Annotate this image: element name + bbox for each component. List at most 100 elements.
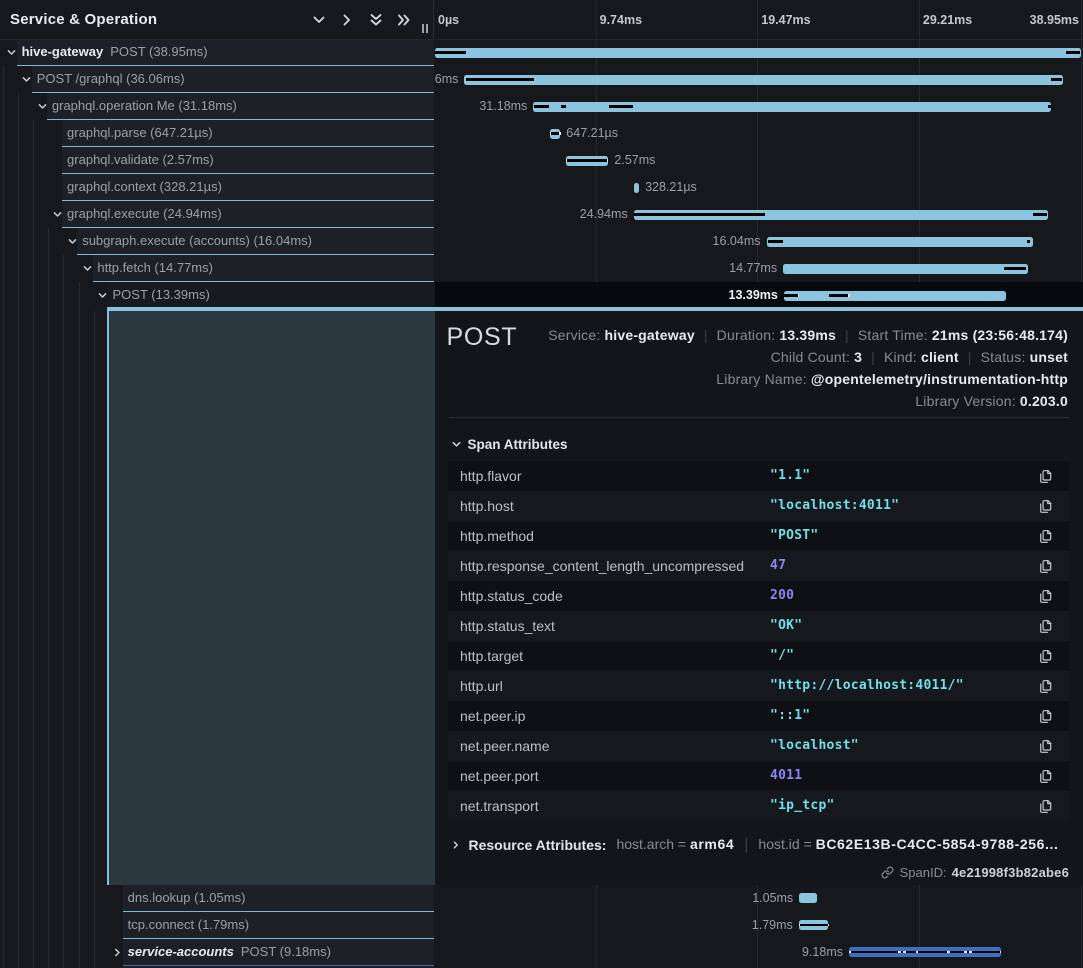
operation-name: dns.lookup (1.05ms) [128, 890, 246, 905]
copy-icon[interactable] [1039, 769, 1053, 784]
span-row-name[interactable]: graphql.execute (24.94ms) [0, 201, 434, 228]
overview-field: Status: unset [981, 349, 1068, 365]
resource-attributes-row[interactable]: Resource Attributes: host.arch = arm64|h… [451, 835, 1059, 855]
span-bar[interactable] [799, 893, 816, 903]
selected-span-panel-left [107, 311, 436, 885]
copy-icon[interactable] [1039, 709, 1053, 724]
span-row-name[interactable]: graphql.operation Me (31.18ms) [0, 93, 434, 120]
operation-name: http.fetch (14.77ms) [97, 260, 213, 275]
copy-icon[interactable] [1039, 589, 1053, 604]
span-bar[interactable] [435, 48, 1081, 58]
attribute-value: "::1" [770, 701, 810, 731]
span-collapse-chevron-icon[interactable] [37, 101, 48, 112]
attribute-key: http.target [460, 641, 523, 671]
copy-icon[interactable] [1039, 499, 1053, 514]
span-row-timeline[interactable]: 647.21µs [435, 120, 1083, 147]
attribute-row: http.url"http://localhost:4011/" [448, 671, 1069, 701]
span-bar[interactable] [464, 75, 1063, 85]
span-attributes-label: Span Attributes [468, 437, 568, 452]
span-row-timeline[interactable]: 16.04ms [435, 228, 1083, 255]
span-row-timeline[interactable]: 1.05ms [435, 885, 1083, 912]
column-resize-grip[interactable] [422, 24, 430, 33]
detail-divider [449, 417, 1070, 418]
span-row-timeline[interactable]: 328.21µs [435, 174, 1083, 201]
attribute-key: http.host [460, 491, 514, 521]
attribute-row: net.peer.name"localhost" [448, 731, 1069, 761]
span-collapse-chevron-icon[interactable] [67, 236, 78, 247]
span-row-name[interactable]: subgraph.execute (accounts) (16.04ms) [0, 228, 434, 255]
span-row-timeline[interactable]: 14.77ms [435, 255, 1083, 282]
span-row-timeline[interactable]: 9.18ms [435, 939, 1083, 966]
span-row-timeline[interactable]: 31.18ms [435, 93, 1083, 120]
span-collapse-chevron-icon[interactable] [21, 74, 32, 85]
copy-icon[interactable] [1039, 469, 1053, 484]
copy-icon[interactable] [1039, 619, 1053, 634]
span-collapse-chevron-icon[interactable] [97, 290, 108, 301]
overview-field: Kind: client [884, 349, 959, 365]
span-name-label: subgraph.execute (accounts) (16.04ms) [82, 228, 312, 254]
span-name-label: graphql.context (328.21µs) [67, 174, 222, 200]
field-separator: | [862, 349, 884, 365]
span-row-timeline[interactable]: 1.79ms [435, 912, 1083, 939]
span-detail-title: POST [447, 323, 518, 352]
span-row-name[interactable]: dns.lookup (1.05ms) [0, 885, 434, 912]
span-duration-label: 2.57ms [614, 147, 655, 174]
span-collapse-chevron-icon[interactable] [6, 47, 17, 58]
span-row-name[interactable]: POST (13.39ms) [0, 282, 434, 309]
attribute-key: http.url [460, 671, 503, 701]
span-attributes-header[interactable]: Span Attributes [451, 434, 568, 454]
copy-icon[interactable] [1039, 649, 1053, 664]
attribute-row: http.host"localhost:4011" [448, 491, 1069, 521]
span-row-name[interactable]: graphql.validate (2.57ms) [0, 147, 434, 174]
copy-icon[interactable] [1039, 799, 1053, 814]
field-separator: | [695, 327, 717, 343]
attribute-value: 4011 [770, 761, 802, 791]
span-row-timeline[interactable]: 13.39ms [435, 282, 1083, 309]
copy-icon[interactable] [1039, 559, 1053, 574]
span-expand-chevron-icon[interactable] [112, 947, 123, 958]
span-row-timeline[interactable]: 2.57ms [435, 147, 1083, 174]
span-row-name[interactable]: hive-gatewayPOST (38.95ms) [0, 39, 434, 66]
span-bar[interactable] [784, 291, 1006, 301]
overview-field: Library Name: @opentelemetry/instrumenta… [716, 371, 1068, 387]
span-collapse-chevron-icon[interactable] [82, 263, 93, 274]
span-row-name[interactable]: POST /graphql (36.06ms) [0, 66, 434, 93]
critical-path-segment [768, 240, 783, 243]
copy-icon[interactable] [1039, 679, 1053, 694]
span-row-name[interactable]: graphql.context (328.21µs) [0, 174, 434, 201]
span-bar[interactable] [634, 183, 639, 193]
copy-icon[interactable] [1039, 529, 1053, 544]
overview-line: Library Version: 0.203.0 [548, 390, 1068, 412]
critical-path-segment [634, 213, 765, 216]
critical-path-segment [950, 951, 965, 954]
collapse-one-icon[interactable] [311, 12, 327, 28]
span-row-timeline[interactable]: 24.94ms [435, 201, 1083, 228]
collapse-all-icon[interactable] [368, 12, 384, 28]
operation-name: graphql.context (328.21µs) [67, 179, 222, 194]
critical-path-segment [561, 105, 566, 108]
span-row-name[interactable]: http.fetch (14.77ms) [0, 255, 434, 282]
span-duration-label: 647.21µs [566, 120, 618, 147]
chevron-right-icon [451, 840, 461, 850]
attribute-row: http.target"/" [448, 641, 1069, 671]
span-name-label: service-accountsPOST (9.18ms) [128, 939, 331, 965]
overview-field: Library Version: 0.203.0 [915, 393, 1068, 409]
span-collapse-chevron-icon[interactable] [52, 209, 63, 220]
expand-all-icon[interactable] [396, 12, 412, 28]
span-name-label: tcp.connect (1.79ms) [128, 912, 249, 938]
link-icon[interactable] [881, 866, 894, 879]
span-row-timeline[interactable] [435, 39, 1083, 66]
span-row-name[interactable]: tcp.connect (1.79ms) [0, 912, 434, 939]
span-row-name[interactable]: graphql.parse (647.21µs) [0, 120, 434, 147]
span-name-label: graphql.operation Me (31.18ms) [52, 93, 237, 119]
span-bar[interactable] [783, 264, 1028, 274]
span-duration-label: 1.05ms [593, 885, 793, 912]
chevron-down-icon [451, 439, 462, 450]
span-row-name[interactable]: service-accountsPOST (9.18ms) [0, 939, 434, 966]
span-id-value: 4e21998f3b82abe6 [952, 865, 1069, 880]
span-bar[interactable] [767, 237, 1033, 247]
expand-one-icon[interactable] [339, 12, 355, 28]
span-row-timeline[interactable]: 36.06ms [435, 66, 1083, 93]
copy-icon[interactable] [1039, 739, 1053, 754]
critical-path-segment [551, 132, 560, 135]
